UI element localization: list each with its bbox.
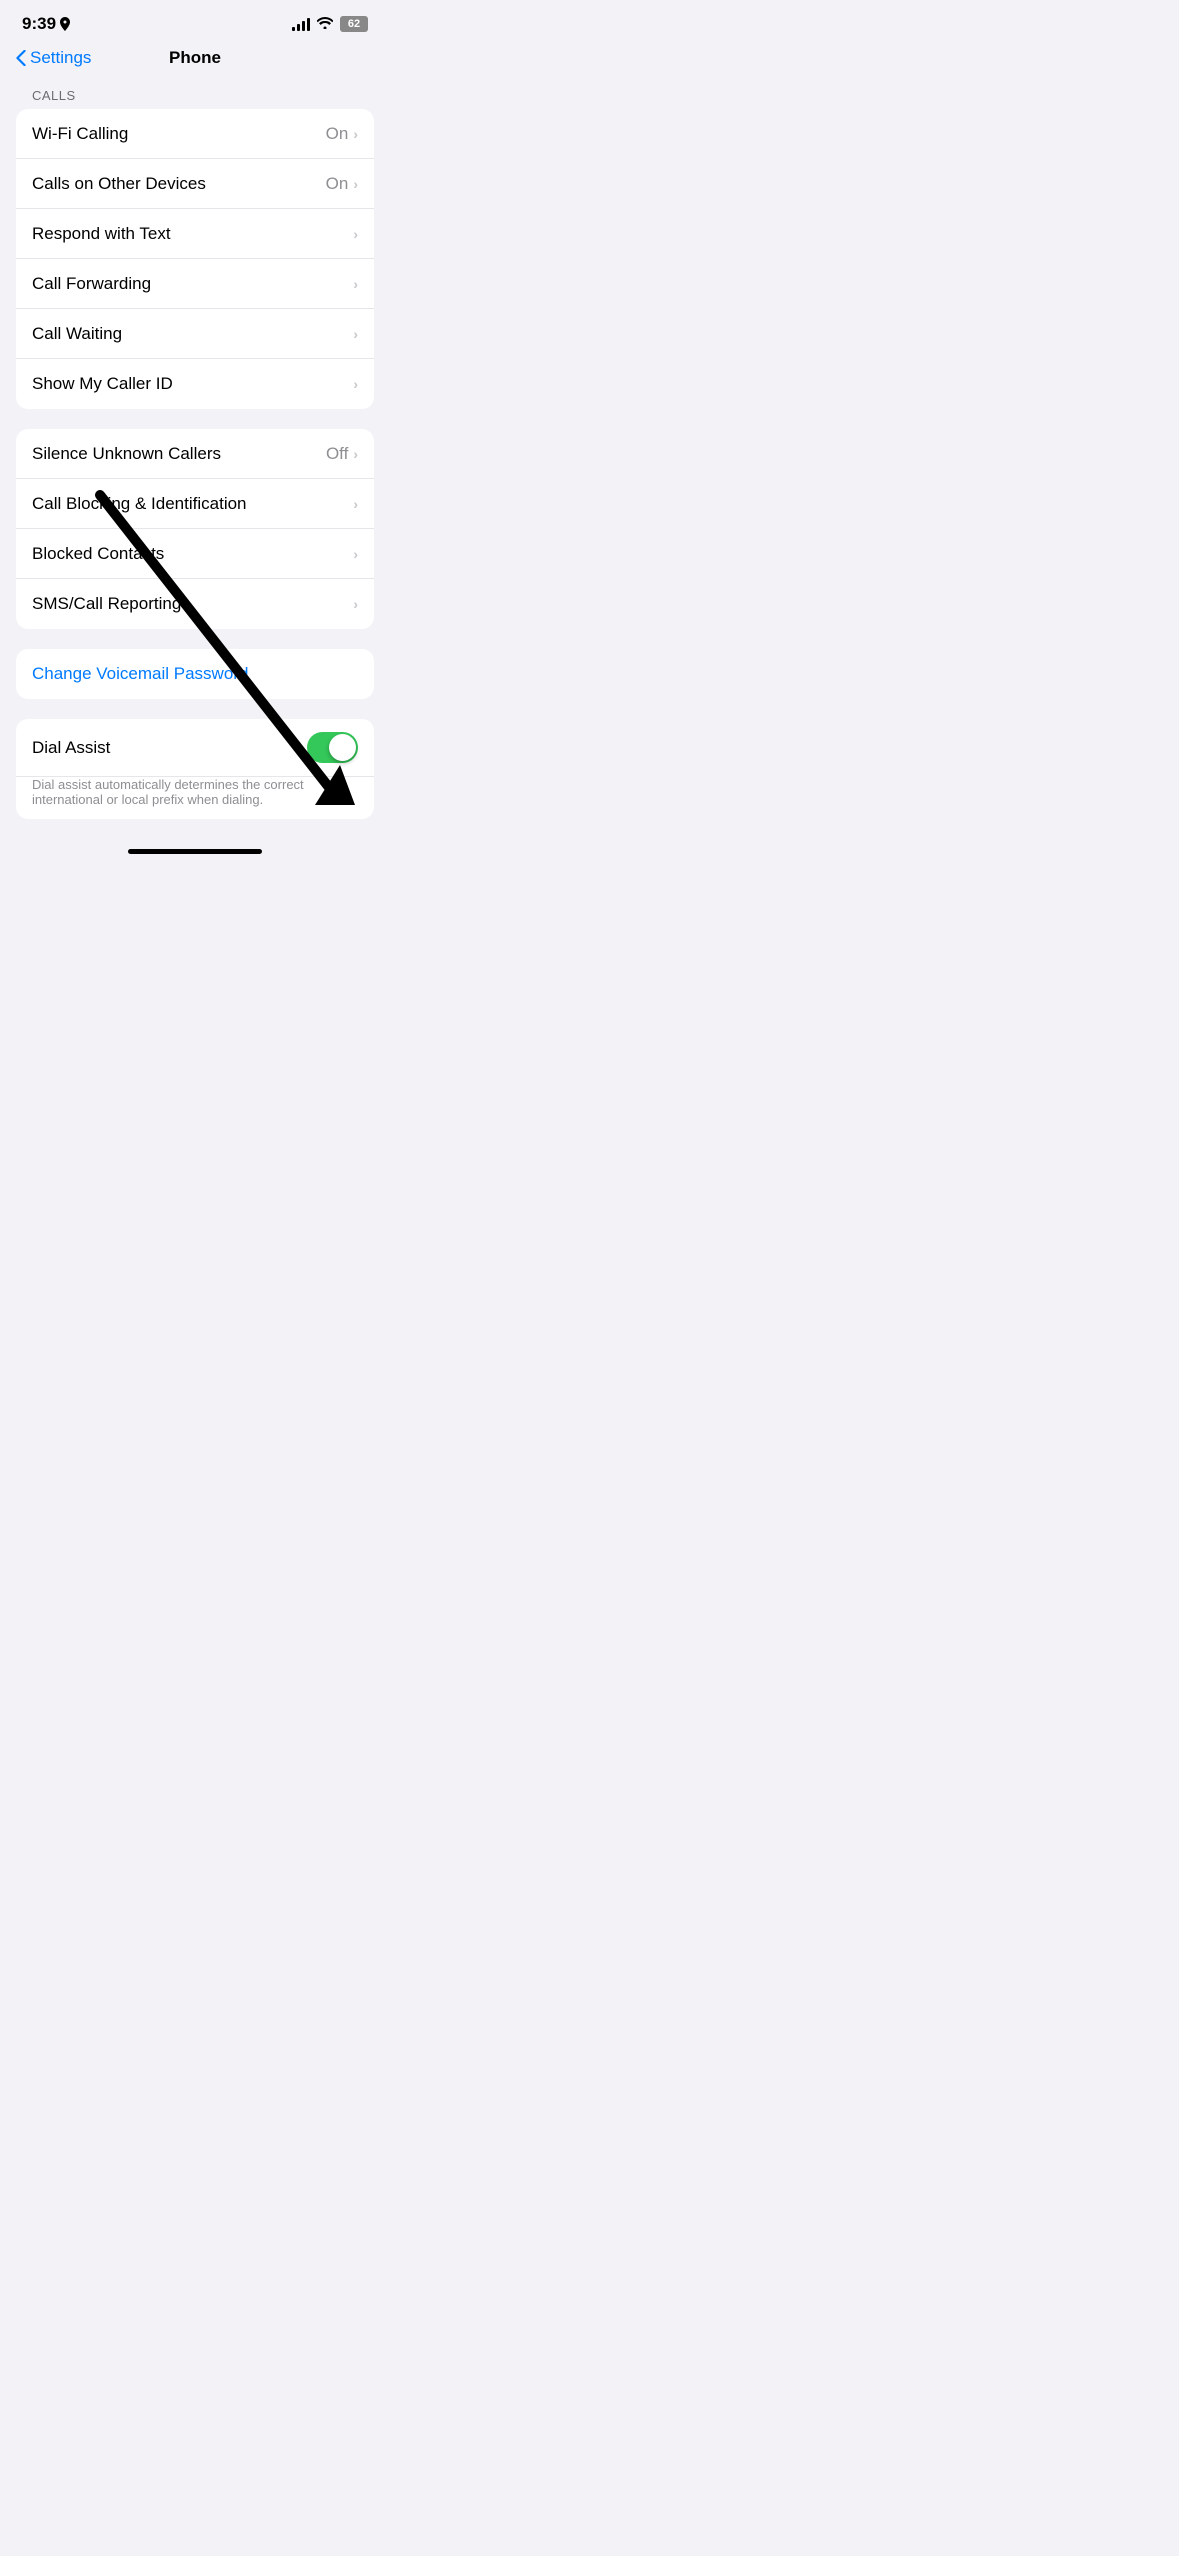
chevron-icon: › [353, 226, 358, 242]
show-caller-id-label: Show My Caller ID [32, 374, 173, 394]
calls-settings-group: Wi-Fi Calling On › Calls on Other Device… [16, 109, 374, 409]
settings-row-call-blocking[interactable]: Call Blocking & Identification › [16, 479, 374, 529]
respond-with-text-label: Respond with Text [32, 224, 171, 244]
chevron-icon: › [353, 546, 358, 562]
chevron-icon: › [353, 596, 358, 612]
settings-row-change-voicemail[interactable]: Change Voicemail Password [16, 649, 374, 699]
signal-icon [292, 18, 310, 31]
calls-other-devices-label: Calls on Other Devices [32, 174, 206, 194]
settings-row-call-waiting[interactable]: Call Waiting › [16, 309, 374, 359]
settings-row-respond-with-text[interactable]: Respond with Text › [16, 209, 374, 259]
status-time: 9:39 [22, 14, 70, 34]
chevron-icon: › [353, 326, 358, 342]
call-blocking-label: Call Blocking & Identification [32, 494, 247, 514]
home-bar [128, 849, 262, 854]
settings-row-show-caller-id[interactable]: Show My Caller ID › [16, 359, 374, 409]
calls-other-devices-value: On › [326, 174, 358, 194]
wifi-calling-value: On › [326, 124, 358, 144]
page-title: Phone [169, 48, 221, 68]
chevron-icon: › [353, 496, 358, 512]
silence-unknown-label: Silence Unknown Callers [32, 444, 221, 464]
blocked-contacts-label: Blocked Contacts [32, 544, 164, 564]
chevron-left-icon [16, 50, 26, 66]
nav-bar: Settings Phone [0, 40, 390, 78]
chevron-icon: › [353, 176, 358, 192]
battery-indicator: 62 [340, 16, 368, 32]
chevron-icon: › [353, 376, 358, 392]
sms-reporting-label: SMS/Call Reporting [32, 594, 181, 614]
settings-row-wifi-calling[interactable]: Wi-Fi Calling On › [16, 109, 374, 159]
call-forwarding-label: Call Forwarding [32, 274, 151, 294]
status-icons: 62 [292, 16, 368, 32]
dial-assist-group: Dial Assist Dial assist automatically de… [16, 719, 374, 819]
wifi-calling-label: Wi-Fi Calling [32, 124, 128, 144]
change-voicemail-label: Change Voicemail Password [32, 664, 248, 684]
settings-row-silence-unknown[interactable]: Silence Unknown Callers Off › [16, 429, 374, 479]
settings-row-blocked-contacts[interactable]: Blocked Contacts › [16, 529, 374, 579]
chevron-icon: › [353, 126, 358, 142]
chevron-icon: › [353, 446, 358, 462]
call-waiting-label: Call Waiting [32, 324, 122, 344]
calls-section-label: CALLS [0, 78, 390, 109]
dial-assist-label: Dial Assist [32, 738, 110, 758]
dial-assist-toggle[interactable] [307, 732, 358, 763]
toggle-knob [329, 734, 356, 761]
status-bar: 9:39 62 [0, 0, 390, 40]
settings-row-sms-reporting[interactable]: SMS/Call Reporting › [16, 579, 374, 629]
chevron-icon: › [353, 276, 358, 292]
home-indicator [0, 839, 390, 862]
location-icon [60, 17, 70, 31]
blocking-settings-group: Silence Unknown Callers Off › Call Block… [16, 429, 374, 629]
settings-row-calls-other-devices[interactable]: Calls on Other Devices On › [16, 159, 374, 209]
silence-unknown-value: Off › [326, 444, 358, 464]
voicemail-settings-group: Change Voicemail Password [16, 649, 374, 699]
settings-row-dial-assist[interactable]: Dial Assist [16, 719, 374, 777]
wifi-icon [317, 16, 333, 32]
dial-assist-description: Dial assist automatically determines the… [16, 777, 374, 819]
back-button[interactable]: Settings [16, 48, 91, 68]
settings-row-call-forwarding[interactable]: Call Forwarding › [16, 259, 374, 309]
